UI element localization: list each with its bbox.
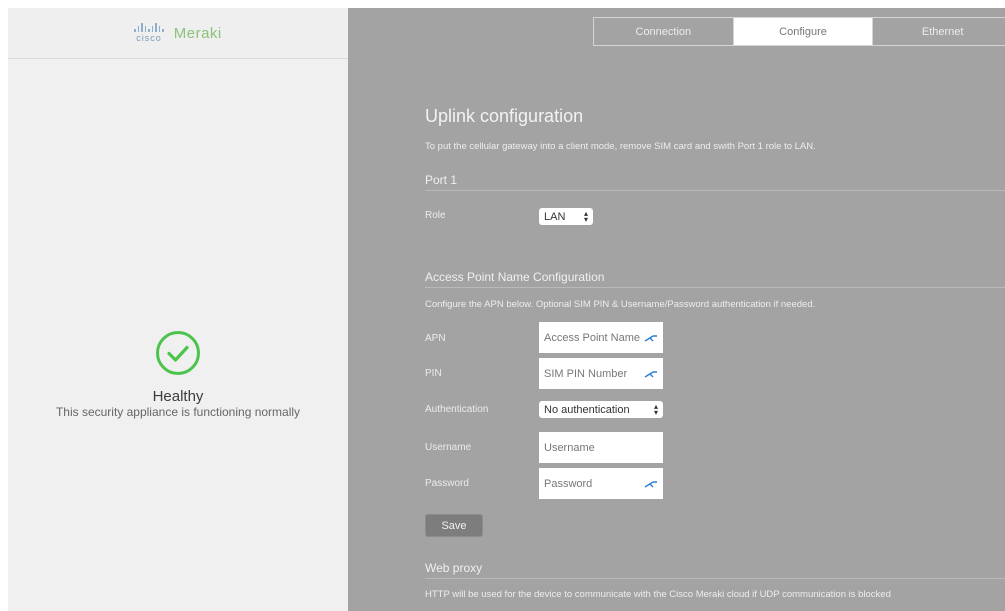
meraki-wordmark: Meraki bbox=[173, 24, 222, 42]
apn-label: APN bbox=[425, 333, 446, 344]
password-input[interactable]: Password bbox=[539, 468, 663, 499]
save-button[interactable]: Save bbox=[425, 514, 483, 537]
tab-connection[interactable]: Connection bbox=[594, 18, 734, 45]
auth-label: Authentication bbox=[425, 404, 489, 415]
section-port1: Port 1 bbox=[425, 173, 1005, 191]
tab-ethernet[interactable]: Ethernet bbox=[873, 18, 1005, 45]
password-label: Password bbox=[425, 478, 469, 489]
pin-placeholder: SIM PIN Number bbox=[544, 367, 628, 380]
username-placeholder: Username bbox=[544, 441, 595, 454]
cisco-logo: cisco bbox=[134, 23, 164, 43]
cisco-wordmark: cisco bbox=[136, 33, 162, 43]
check-circle-icon bbox=[156, 331, 200, 375]
key-icon bbox=[644, 370, 657, 378]
apn-placeholder: Access Point Name bbox=[544, 331, 640, 344]
password-placeholder: Password bbox=[544, 477, 593, 490]
section-web-proxy: Web proxy bbox=[425, 561, 1005, 579]
username-input[interactable]: Username bbox=[539, 432, 663, 463]
role-value: LAN bbox=[544, 210, 566, 223]
page-title: Uplink configuration bbox=[425, 106, 584, 126]
brand-header: cisco Meraki bbox=[8, 8, 348, 59]
apn-input[interactable]: Access Point Name bbox=[539, 322, 663, 353]
auth-value: No authentication bbox=[544, 403, 630, 416]
app-frame: cisco Meraki Healthy This security appli… bbox=[8, 8, 1005, 611]
key-icon bbox=[644, 334, 657, 342]
status-description: This security appliance is functioning n… bbox=[55, 405, 301, 419]
auth-select[interactable]: No authentication ▴ ▾ bbox=[539, 401, 663, 418]
apn-description: Configure the APN below. Optional SIM PI… bbox=[425, 299, 816, 310]
updown-arrows-icon: ▴ ▾ bbox=[653, 401, 658, 417]
tab-bar: Connection Configure Ethernet bbox=[593, 17, 1005, 46]
main-panel: Connection Configure Ethernet Uplink con… bbox=[348, 8, 1005, 611]
role-label: Role bbox=[425, 210, 446, 221]
pin-label: PIN bbox=[425, 368, 442, 379]
sidebar: cisco Meraki Healthy This security appli… bbox=[8, 8, 348, 611]
username-label: Username bbox=[425, 442, 472, 453]
pin-input[interactable]: SIM PIN Number bbox=[539, 358, 663, 389]
proxy-description: HTTP will be used for the device to comm… bbox=[425, 589, 891, 600]
section-apn: Access Point Name Configuration bbox=[425, 270, 1005, 288]
key-icon bbox=[644, 480, 657, 488]
health-status: Healthy This security appliance is funct… bbox=[8, 330, 348, 419]
updown-arrows-icon: ▴ ▾ bbox=[583, 208, 588, 224]
role-select[interactable]: LAN ▴ ▾ bbox=[539, 208, 593, 225]
status-title: Healthy bbox=[152, 388, 204, 405]
cisco-bars-icon bbox=[134, 23, 164, 32]
tab-configure[interactable]: Configure bbox=[733, 18, 874, 45]
uplink-description: To put the cellular gateway into a clien… bbox=[425, 141, 816, 152]
